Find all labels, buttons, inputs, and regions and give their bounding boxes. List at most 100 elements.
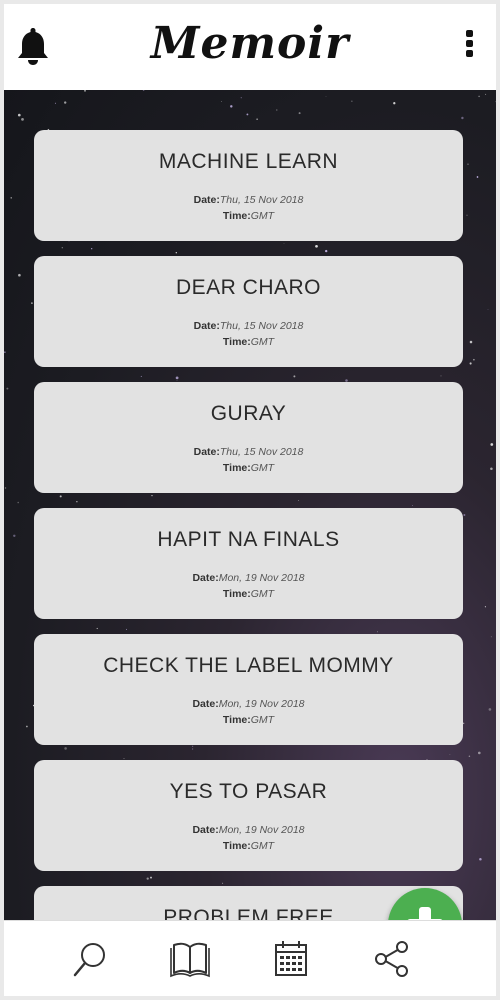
entry-date: Mon, 19 Nov 2018 (218, 698, 305, 710)
star (393, 102, 396, 105)
entry-date: Thu, 15 Nov 2018 (219, 194, 304, 206)
star (176, 380, 178, 381)
star (175, 252, 177, 254)
star (192, 745, 194, 747)
app-screen: Memoir MACHINE LEARN Date:Thu, 15 Nov 20… (4, 4, 496, 996)
entry-title: MACHINE LEARN (158, 150, 339, 173)
star (461, 116, 464, 120)
star (146, 877, 149, 880)
star (276, 109, 278, 111)
entry-meta: Date:Mon, 19 Nov 2018 Time:GMT (34, 696, 463, 728)
star (298, 112, 301, 115)
star (96, 627, 98, 630)
time-label: Time: (222, 840, 251, 852)
star (18, 273, 21, 277)
date-label: Date: (193, 194, 220, 206)
entry-title: DEAR CHARO (175, 276, 322, 299)
entry-card[interactable]: YES TO PASAR Date:Mon, 19 Nov 2018 Time:… (34, 760, 463, 871)
entry-date: Thu, 15 Nov 2018 (219, 446, 304, 458)
star (298, 500, 299, 501)
star (476, 176, 479, 178)
star (478, 95, 480, 98)
star (10, 197, 12, 199)
star (490, 467, 493, 470)
share-icon[interactable] (372, 939, 412, 979)
star (256, 118, 258, 120)
entry-time: GMT (250, 840, 275, 852)
star (142, 90, 145, 91)
star (479, 858, 482, 861)
entry-card[interactable]: GURAY Date:Thu, 15 Nov 2018 Time:GMT (34, 382, 463, 493)
date-label: Date: (192, 572, 219, 584)
entry-title: GURAY (210, 402, 287, 425)
entry-meta: Date:Thu, 15 Nov 2018 Time:GMT (34, 318, 463, 350)
star (222, 882, 224, 884)
entry-time: GMT (250, 462, 275, 474)
star (84, 90, 86, 92)
star (175, 376, 179, 380)
time-label: Time: (222, 588, 251, 600)
star (246, 113, 249, 116)
star (17, 113, 21, 117)
entry-card[interactable]: MACHINE LEARN Date:Thu, 15 Nov 2018 Time… (34, 130, 463, 241)
entry-date: Thu, 15 Nov 2018 (219, 320, 304, 332)
star (283, 243, 285, 245)
star (487, 309, 489, 311)
time-label: Time: (222, 462, 251, 474)
star (230, 105, 233, 108)
star (31, 302, 33, 304)
time-label: Time: (222, 336, 251, 348)
star (466, 214, 468, 216)
plus-icon (407, 907, 443, 920)
star (411, 505, 413, 506)
star (123, 757, 125, 759)
star (376, 631, 378, 633)
star (490, 443, 494, 446)
entry-time: GMT (250, 336, 275, 348)
app-title: Memoir (150, 18, 350, 69)
time-label: Time: (222, 714, 251, 726)
entry-card[interactable]: HAPIT NA FINALS Date:Mon, 19 Nov 2018 Ti… (34, 508, 463, 619)
star (4, 487, 7, 489)
entry-time: GMT (250, 210, 275, 222)
star (490, 636, 492, 638)
entry-title: CHECK THE LABEL MOMMY (103, 654, 394, 677)
star (469, 340, 473, 344)
star (315, 244, 318, 248)
star (293, 375, 296, 378)
star (59, 495, 62, 498)
entry-card[interactable]: DEAR CHARO Date:Thu, 15 Nov 2018 Time:GM… (34, 256, 463, 367)
book-icon[interactable] (170, 939, 210, 979)
more-vertical-icon[interactable] (464, 30, 474, 60)
app-header: Memoir (4, 4, 496, 90)
star (485, 93, 487, 95)
entries-list[interactable]: MACHINE LEARN Date:Thu, 15 Nov 2018 Time… (4, 90, 496, 920)
star (76, 501, 78, 503)
star (440, 375, 442, 377)
star (150, 876, 152, 879)
star (61, 247, 63, 249)
star (468, 755, 471, 757)
entry-date: Mon, 19 Nov 2018 (218, 572, 305, 584)
date-label: Date: (193, 446, 220, 458)
star (17, 501, 19, 504)
entry-time: GMT (250, 588, 275, 600)
star (125, 628, 128, 630)
star (6, 387, 9, 390)
calendar-icon[interactable] (271, 939, 311, 979)
entry-title: YES TO PASAR (169, 780, 328, 803)
star (484, 606, 486, 608)
entry-card[interactable]: CHECK THE LABEL MOMMY Date:Mon, 19 Nov 2… (34, 634, 463, 745)
star (469, 362, 472, 365)
search-icon[interactable] (70, 939, 110, 979)
entry-meta: Date:Thu, 15 Nov 2018 Time:GMT (34, 192, 463, 224)
star (463, 514, 466, 516)
star (477, 751, 481, 755)
bottom-navigation (4, 920, 496, 996)
star (21, 118, 24, 121)
entry-meta: Date:Thu, 15 Nov 2018 Time:GMT (34, 444, 463, 476)
star (91, 248, 93, 250)
star (449, 754, 451, 755)
star (64, 747, 67, 750)
star (192, 748, 194, 750)
